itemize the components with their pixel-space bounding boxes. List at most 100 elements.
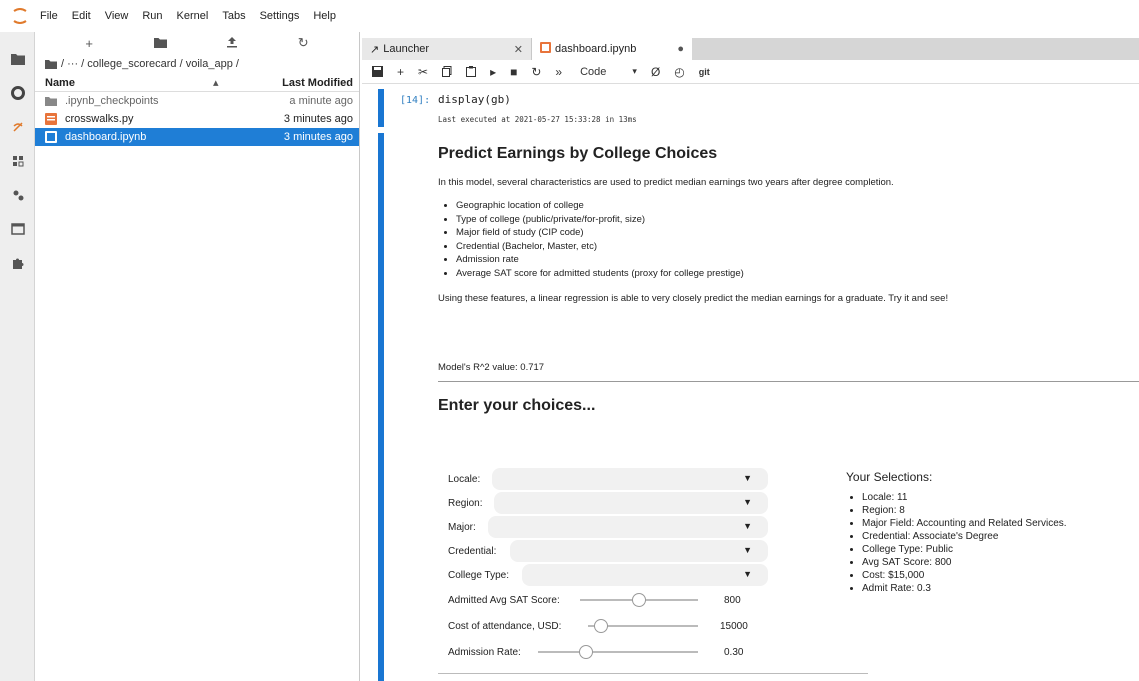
menu-help[interactable]: Help xyxy=(313,10,336,22)
admission-value: 0.30 xyxy=(724,646,744,658)
git-button[interactable]: git xyxy=(699,67,710,77)
upload-icon[interactable] xyxy=(227,36,238,51)
column-last-modified[interactable]: Last Modified xyxy=(273,77,353,89)
copy-icon[interactable] xyxy=(442,66,452,77)
file-browser: + ↻ / ··· / college_scorecard / voila_ap… xyxy=(35,32,360,681)
restart-icon[interactable]: ↻ xyxy=(531,65,541,79)
output-intro: In this model, several characteristics a… xyxy=(438,177,894,188)
left-sidebar xyxy=(0,32,35,681)
input-widgets: Locale: ▼ Region: ▼ Major: ▼ Credential:… xyxy=(448,467,768,665)
refresh-icon[interactable]: ↻ xyxy=(298,35,309,51)
menu-run[interactable]: Run xyxy=(142,10,162,22)
list-item: Cost: $15,000 xyxy=(862,570,1067,581)
cell-code[interactable]: display(gb) xyxy=(438,93,511,106)
locale-dropdown[interactable]: ▼ xyxy=(492,468,768,490)
file-modified: 3 minutes ago xyxy=(283,113,353,125)
list-item: Avg SAT Score: 800 xyxy=(862,557,1067,568)
admission-slider[interactable] xyxy=(538,651,698,653)
cost-slider-handle[interactable] xyxy=(594,619,609,633)
admission-slider-handle[interactable] xyxy=(579,645,593,659)
chevron-down-icon: ▼ xyxy=(743,497,752,507)
running-icon[interactable] xyxy=(0,76,35,110)
tab-launcher[interactable]: ↗ Launcher ✕ xyxy=(362,38,532,60)
git-icon[interactable] xyxy=(0,110,35,144)
major-label: Major: xyxy=(448,521,476,533)
cut-icon[interactable]: ✂ xyxy=(418,65,428,79)
fast-forward-icon[interactable]: » xyxy=(555,65,562,79)
list-item: Major field of study (CIP code) xyxy=(456,227,1138,238)
run-icon[interactable]: ▸ xyxy=(490,65,496,79)
chevron-down-icon[interactable]: ▾ xyxy=(632,66,637,77)
extension-icon[interactable] xyxy=(0,246,35,280)
clock-icon[interactable]: ◴ xyxy=(674,65,684,79)
kernel-status-icon: Ø xyxy=(650,64,661,79)
commands-icon[interactable] xyxy=(0,144,35,178)
cost-value: 15000 xyxy=(720,620,748,632)
breadcrumb[interactable]: / ··· / college_scorecard / voila_app / xyxy=(35,54,359,74)
column-name[interactable]: Name xyxy=(45,77,213,89)
unsaved-dot-icon[interactable]: ● xyxy=(677,43,684,55)
list-item: Credential (Bachelor, Master, etc) xyxy=(456,241,1138,252)
locale-dropdown-row: Locale: ▼ xyxy=(448,467,768,491)
chevron-down-icon: ▼ xyxy=(743,569,752,579)
cost-slider-row: Cost of attendance, USD: 15000 xyxy=(448,613,768,639)
menu-kernel[interactable]: Kernel xyxy=(177,10,209,22)
output-title: Predict Earnings by College Choices xyxy=(438,145,718,162)
feature-list: Geographic location of college Type of c… xyxy=(456,200,1138,279)
admission-label: Admission Rate: xyxy=(448,646,521,658)
chevron-down-icon: ▼ xyxy=(743,521,752,531)
r2-value: Model's R^2 value: 0.717 xyxy=(438,362,545,373)
tab-dashboard-label: dashboard.ipynb xyxy=(555,43,637,55)
cell-collapser[interactable] xyxy=(378,89,384,127)
list-item: Geographic location of college xyxy=(456,200,1138,211)
sat-slider-handle[interactable] xyxy=(632,593,646,607)
file-row-selected[interactable]: dashboard.ipynb 3 minutes ago xyxy=(35,128,359,146)
sat-slider-row: Admitted Avg SAT Score: 800 xyxy=(448,587,768,613)
college-type-label: College Type: xyxy=(448,569,509,581)
property-inspector-icon[interactable] xyxy=(0,178,35,212)
college-type-dropdown-row: College Type: ▼ xyxy=(448,563,768,587)
tabs-icon[interactable] xyxy=(0,212,35,246)
stop-icon[interactable]: ■ xyxy=(510,65,517,79)
new-folder-icon[interactable] xyxy=(153,36,167,51)
major-dropdown-row: Major: ▼ xyxy=(448,515,768,539)
menu-tabs[interactable]: Tabs xyxy=(222,10,245,22)
home-folder-icon[interactable] xyxy=(45,59,57,69)
tab-dashboard[interactable]: dashboard.ipynb ● xyxy=(532,38,692,60)
output-conclusion: Using these features, a linear regressio… xyxy=(438,292,949,304)
file-row[interactable]: .ipynb_checkpoints a minute ago xyxy=(35,92,359,110)
breadcrumb-path[interactable]: / ··· / college_scorecard / voila_app / xyxy=(61,58,239,70)
paste-icon[interactable] xyxy=(466,66,477,77)
chevron-down-icon: ▼ xyxy=(743,473,752,483)
file-name: crosswalks.py xyxy=(65,113,134,125)
credential-dropdown[interactable]: ▼ xyxy=(510,540,768,562)
menu-settings[interactable]: Settings xyxy=(260,10,300,22)
cell-type-select[interactable]: Code xyxy=(580,66,606,78)
launcher-icon: ↗ xyxy=(370,43,380,56)
output-collapser[interactable] xyxy=(378,133,384,681)
college-type-dropdown[interactable]: ▼ xyxy=(522,564,768,586)
save-icon[interactable] xyxy=(372,66,383,77)
sort-caret-icon[interactable]: ▴ xyxy=(213,76,273,89)
file-row[interactable]: crosswalks.py 3 minutes ago xyxy=(35,110,359,128)
menu-file[interactable]: File xyxy=(40,10,58,22)
selections-title: Your Selections: xyxy=(846,470,933,484)
menu-view[interactable]: View xyxy=(105,10,129,22)
credential-label: Credential: xyxy=(448,545,497,557)
list-item: Credential: Associate's Degree xyxy=(862,531,1067,542)
region-dropdown[interactable]: ▼ xyxy=(494,492,768,514)
folder-icon[interactable] xyxy=(0,42,35,76)
list-item: Admission rate xyxy=(456,254,1138,265)
list-item: Major Field: Accounting and Related Serv… xyxy=(862,518,1067,529)
list-item: Locale: 11 xyxy=(862,492,1067,503)
folder-icon xyxy=(45,96,59,106)
close-icon[interactable]: ✕ xyxy=(514,43,523,56)
insert-cell-icon[interactable]: + xyxy=(397,65,404,79)
major-dropdown[interactable]: ▼ xyxy=(488,516,768,538)
sat-value: 800 xyxy=(724,594,741,606)
menu-edit[interactable]: Edit xyxy=(72,10,91,22)
file-modified: 3 minutes ago xyxy=(283,131,353,143)
new-launcher-icon[interactable]: + xyxy=(85,36,93,51)
notebook-toolbar: + ✂ ▸ ■ ↻ » Code ▾ Ø ◴ git xyxy=(362,60,1139,84)
region-dropdown-row: Region: ▼ xyxy=(448,491,768,515)
